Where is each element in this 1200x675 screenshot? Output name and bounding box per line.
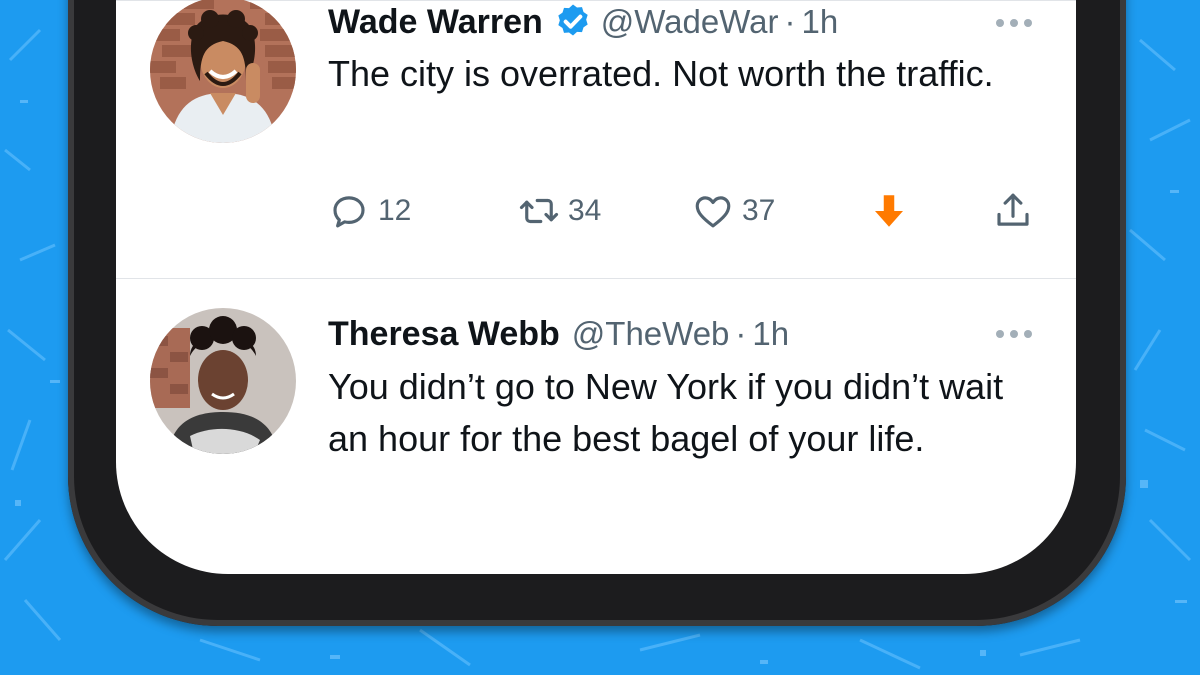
verified-badge-icon (558, 4, 588, 36)
downvote-arrow-icon (875, 195, 903, 227)
avatar-theresa-webb[interactable] (150, 308, 296, 454)
author-handle[interactable]: @TheWeb (572, 315, 730, 353)
tweet-actions: 12 34 37 (328, 186, 1048, 236)
tweet-header: Theresa Webb @TheWeb · 1h (328, 312, 789, 356)
tweet-text: You didn’t go to New York if you didn’t … (328, 366, 1004, 459)
more-options-icon[interactable] (996, 16, 1036, 30)
tweet-text: The city is overrated. Not worth the tra… (328, 53, 994, 94)
retweet-icon (519, 198, 559, 224)
phone-screen: Wade Warren @WadeWar · 1h The city is ov… (116, 0, 1076, 574)
like-count: 37 (742, 194, 776, 227)
separator-dot: · (735, 315, 747, 352)
downvote-button[interactable] (868, 186, 910, 236)
author-name[interactable]: Theresa Webb (328, 315, 560, 354)
heart-icon (695, 196, 731, 228)
reply-icon (333, 196, 365, 228)
share-icon (997, 193, 1029, 226)
tweet-header: Wade Warren @WadeWar · 1h (328, 0, 838, 44)
author-name[interactable]: Wade Warren (328, 3, 543, 42)
avatar-wade-warren[interactable] (150, 0, 296, 143)
timestamp[interactable]: 1h (752, 315, 789, 353)
tweet-card-theresa-webb[interactable]: Theresa Webb @TheWeb · 1h You didn’t go … (116, 279, 1076, 574)
tweet-card-wade-warren[interactable]: Wade Warren @WadeWar · 1h The city is ov… (116, 0, 1076, 279)
author-handle[interactable]: @WadeWar (601, 3, 779, 41)
reply-button[interactable]: 12 (328, 186, 411, 236)
retweet-count: 34 (568, 194, 602, 227)
separator-dot: · (784, 3, 796, 40)
more-options-icon[interactable] (996, 327, 1036, 341)
reply-count: 12 (378, 194, 412, 227)
retweet-button[interactable]: 34 (518, 186, 601, 236)
like-button[interactable]: 37 (692, 186, 775, 236)
timestamp[interactable]: 1h (802, 3, 839, 41)
share-button[interactable] (992, 186, 1034, 236)
